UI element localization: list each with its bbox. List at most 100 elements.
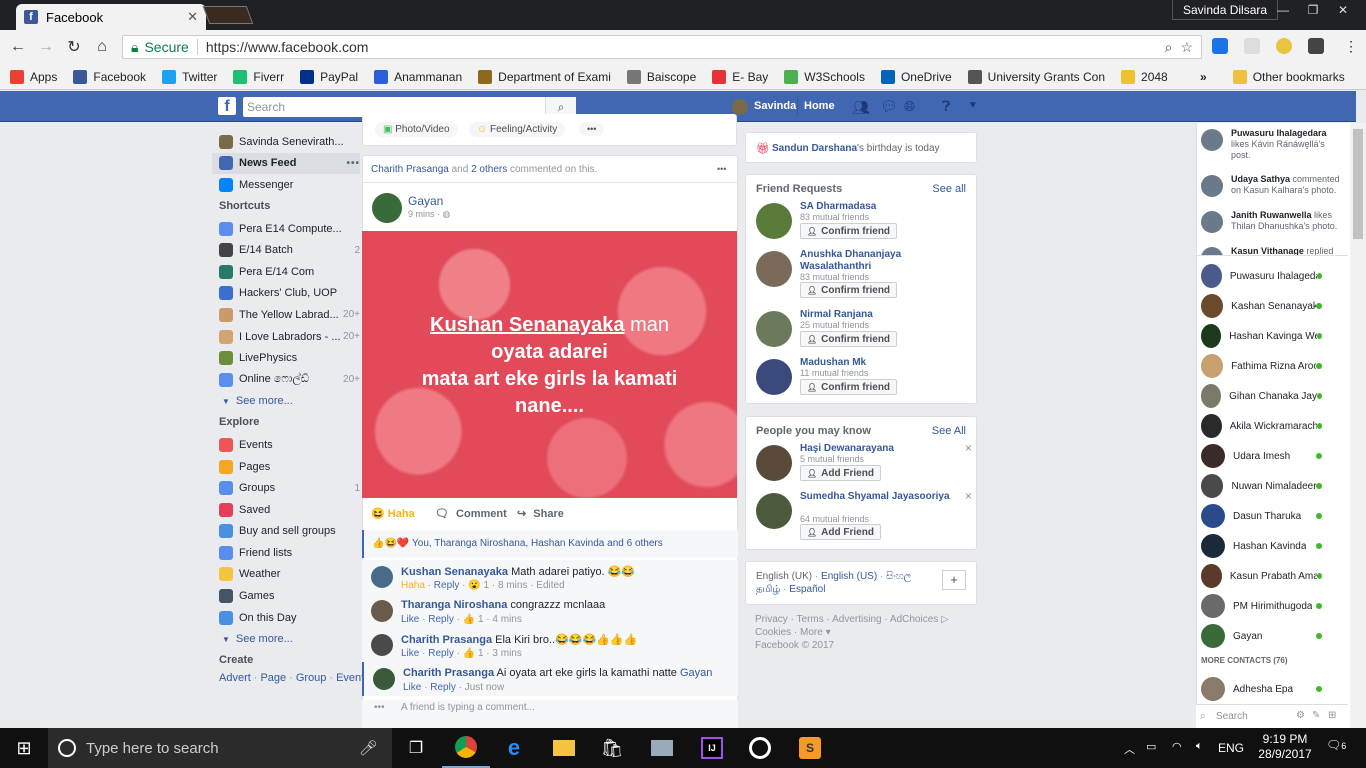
mutual-friends[interactable]: 11 mutual friends — [800, 368, 868, 378]
footer-link[interactable]: More ▾ — [800, 627, 831, 638]
media-app-icon[interactable] — [736, 728, 784, 768]
comment-tag[interactable]: Gayan — [680, 667, 712, 679]
sidebar-item[interactable]: Buy and sell groups — [212, 521, 360, 543]
create-link[interactable]: Page — [260, 672, 286, 684]
comment-meta-item[interactable]: Reply — [434, 580, 460, 591]
create-link[interactable]: Advert — [219, 672, 251, 684]
menu-icon[interactable]: ⋮ — [1344, 38, 1358, 55]
footer-link[interactable]: Terms — [797, 614, 824, 625]
chrome-icon[interactable] — [442, 728, 490, 768]
home-icon[interactable]: ⌂ — [88, 38, 116, 56]
comment-meta-item[interactable]: Reply — [428, 648, 454, 659]
sidebar-item[interactable]: Events — [212, 434, 360, 456]
avatar[interactable] — [756, 251, 792, 287]
chat-search-input[interactable]: Search — [1216, 711, 1248, 722]
friend-request-name[interactable]: Anushka Dhananjaya Wasalathanthri — [800, 249, 970, 273]
language-link[interactable]: සිංහල — [886, 571, 911, 582]
avatar[interactable] — [756, 311, 792, 347]
bookmark-11[interactable]: University Grants Con — [967, 69, 1105, 84]
sidebar-item[interactable]: News Feed ••• — [212, 152, 360, 175]
extension-icon[interactable] — [1212, 38, 1228, 54]
sidebar-item[interactable]: The Yellow Labrad... 20+ — [212, 304, 360, 326]
bookmark-6[interactable]: Department of Exami — [478, 69, 611, 84]
language-link[interactable]: Español — [789, 584, 825, 595]
see-more-shortcuts[interactable]: ▼ See more... — [212, 391, 360, 413]
bookmark-4[interactable]: PayPal — [300, 69, 358, 84]
bookmark-7[interactable]: Baiscope — [626, 69, 696, 84]
sublime-icon[interactable]: S — [786, 728, 834, 768]
bookmark-8[interactable]: E- Bay — [712, 69, 768, 84]
comment-meta-item[interactable]: Like — [401, 614, 419, 625]
more-options-icon[interactable]: ••• — [346, 158, 360, 169]
file-explorer-icon[interactable] — [540, 728, 588, 768]
friend-requests-icon[interactable]: 👥︎ — [852, 99, 870, 116]
add-friend-button[interactable]: 👤︎ Add Friend — [800, 465, 881, 481]
tab-facebook[interactable]: f Facebook ✕ — [16, 4, 206, 30]
dismiss-icon[interactable]: × — [965, 441, 972, 455]
footer-link[interactable]: AdChoices ▷ — [890, 614, 949, 625]
reload-icon[interactable]: ↻ — [60, 37, 88, 57]
start-windows-icon[interactable]: ⊞ — [0, 728, 48, 768]
see-all-link[interactable]: See All — [932, 425, 966, 437]
mutual-friends[interactable]: 83 mutual friends — [800, 272, 869, 282]
bookmark-1[interactable]: Facebook — [73, 69, 146, 84]
sidebar-item[interactable]: Saved — [212, 499, 360, 521]
post-menu-icon[interactable]: ••• — [717, 164, 726, 174]
taskbar-search[interactable]: Type here to search 🎤︎ — [48, 728, 392, 768]
help-icon[interactable]: ❓︎ — [942, 98, 950, 115]
profile-link[interactable]: Savinda — [754, 100, 796, 112]
haha-button[interactable]: 😆 Haha — [371, 507, 415, 520]
notifications-globe-icon[interactable]: 🌐︎ — [904, 98, 915, 115]
contact-item[interactable]: Adhesha Epa — [1196, 674, 1348, 704]
avatar[interactable] — [371, 634, 393, 656]
tray-chevron-icon[interactable]: ︿ — [1124, 741, 1135, 757]
scrollbar-thumb[interactable] — [1353, 129, 1363, 239]
contact-item[interactable]: Kasun Prabath Amar... — [1196, 561, 1348, 591]
avatar[interactable] — [372, 193, 402, 223]
intellij-icon[interactable]: IJ — [688, 728, 736, 768]
bookmarks-overflow-icon[interactable]: » — [1200, 70, 1207, 84]
language-link[interactable]: தமிழ் — [756, 584, 780, 595]
comment-button[interactable]: 🗨︎ Comment — [435, 507, 507, 520]
new-tab-button[interactable] — [202, 6, 254, 24]
photos-app-icon[interactable] — [638, 728, 686, 768]
store-icon[interactable]: 🛍︎ — [588, 728, 636, 768]
activity-name[interactable]: Charith Prasanga — [371, 164, 449, 175]
pymk-name[interactable]: Sumedha Shyamal Jayasooriya — [800, 491, 950, 503]
confirm-friend-button[interactable]: 👤︎ Confirm friend — [800, 379, 898, 395]
tagged-user[interactable]: Kushan Senanayaka — [430, 314, 625, 336]
microphone-icon[interactable]: 🎤︎ — [359, 739, 378, 757]
ticker-item[interactable]: Janith Ruwanwella likes Thilan Dhanushka… — [1196, 206, 1348, 242]
volume-icon[interactable]: 🔈︎ — [1196, 740, 1203, 753]
photo-video-button[interactable]: ▣ Photo/Video — [375, 122, 458, 137]
contact-item[interactable]: Udara Imesh — [1196, 441, 1348, 471]
scrollbar[interactable] — [1350, 123, 1366, 728]
create-link[interactable]: Event — [336, 672, 364, 684]
comment-author[interactable]: Tharanga Niroshana — [401, 599, 507, 611]
contact-item[interactable]: Gayan — [1196, 621, 1348, 651]
bookmark-2[interactable]: Twitter — [162, 69, 217, 84]
clock[interactable]: 9:19 PM 28/9/2017 — [1256, 732, 1314, 762]
contact-item[interactable]: Fathima Rizna Arooz — [1196, 351, 1348, 381]
comment-author[interactable]: Charith Prasanga — [403, 667, 494, 679]
feeling-button[interactable]: ☺ Feeling/Activity — [469, 122, 566, 137]
footer-link[interactable]: Privacy — [755, 614, 788, 625]
bookmark-star-icon[interactable]: ☆ — [1180, 39, 1193, 56]
birthday-card[interactable]: 🎁︎ Sandun Darshana's birthday is today — [745, 132, 977, 163]
edge-icon[interactable]: e — [490, 728, 538, 768]
home-link[interactable]: Home — [804, 100, 835, 112]
comment-meta-item[interactable]: Reply — [430, 682, 456, 693]
reactions-summary[interactable]: 👍😆❤️ You, Tharanga Niroshana, Hashan Kav… — [362, 530, 738, 558]
bookmark-10[interactable]: OneDrive — [880, 69, 952, 84]
bookmark-5[interactable]: Anammanan — [374, 69, 462, 84]
mutual-friends[interactable]: 83 mutual friends — [800, 212, 869, 222]
action-center-icon[interactable]: 🗨︎6 — [1326, 738, 1346, 752]
url-text[interactable]: https://www.facebook.com — [198, 39, 369, 55]
extension-icon[interactable] — [1308, 38, 1324, 54]
avatar[interactable] — [371, 566, 393, 588]
ticker-item[interactable]: Udaya Sathya commented on Kasun Kalhara'… — [1196, 170, 1348, 206]
zoom-icon[interactable]: ⌕ — [1165, 39, 1173, 56]
confirm-friend-button[interactable]: 👤︎ Confirm friend — [800, 331, 898, 347]
bookmark-3[interactable]: Fiverr — [233, 69, 284, 84]
language-link[interactable]: English (UK) — [756, 571, 812, 582]
